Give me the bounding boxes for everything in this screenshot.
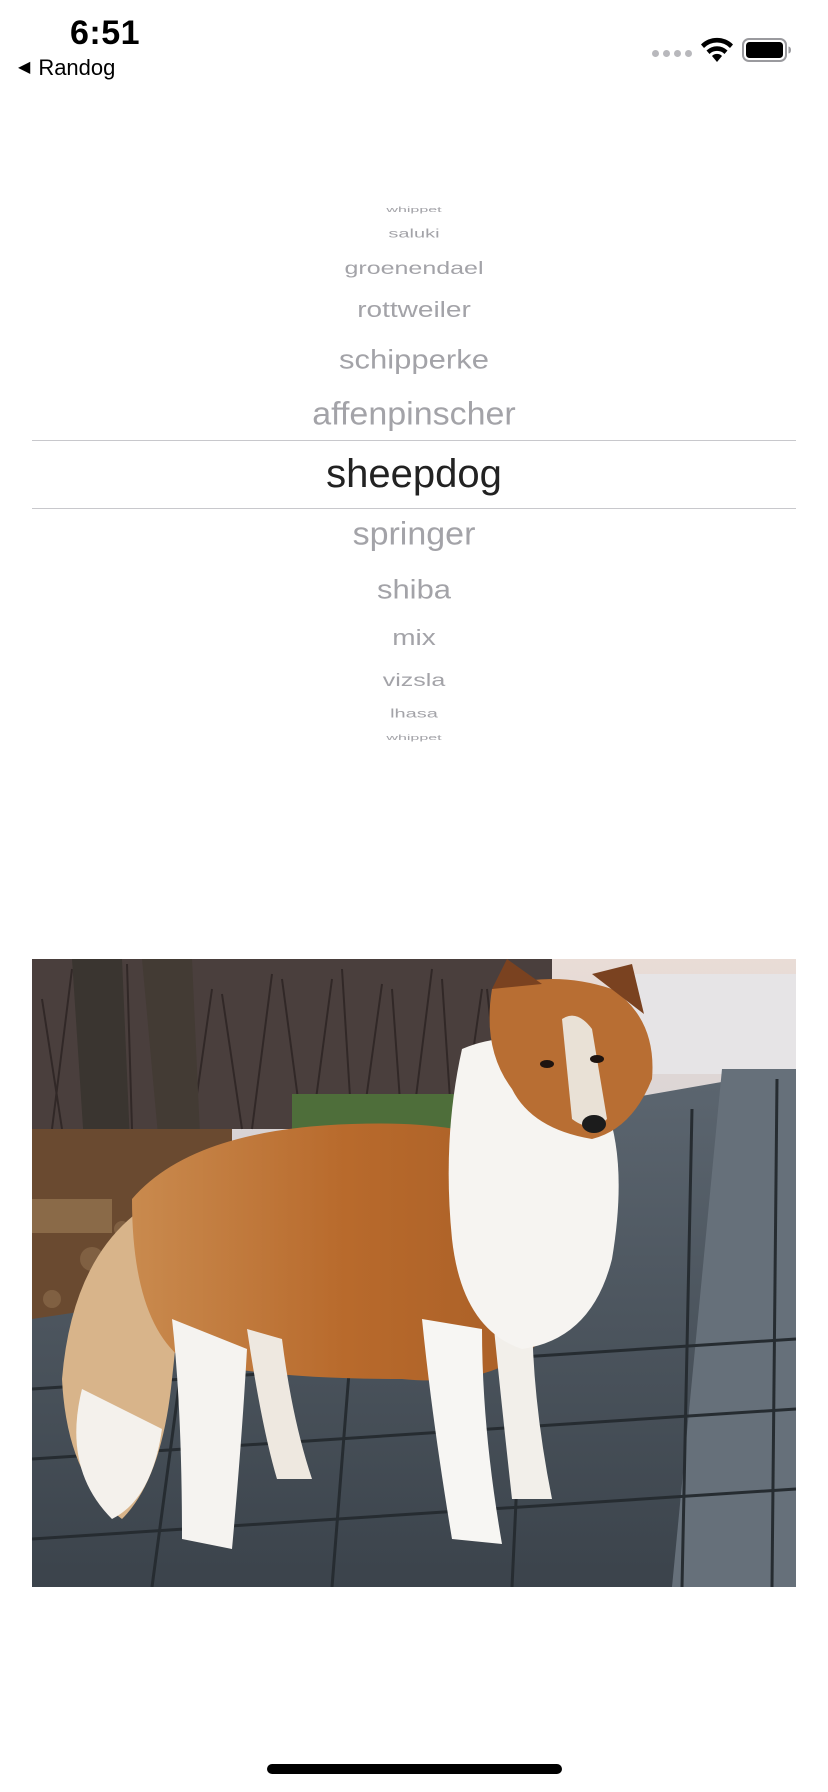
battery-icon	[742, 38, 791, 62]
picker-row[interactable]: schipperke	[32, 345, 796, 372]
dog-photo	[32, 959, 796, 1587]
home-indicator[interactable]	[267, 1764, 562, 1774]
status-time: 6:51	[70, 14, 141, 52]
cellular-dots-icon	[652, 50, 692, 57]
picker-row-selected[interactable]: sheepdog	[32, 454, 796, 494]
picker-row[interactable]: shiba	[32, 575, 796, 602]
picker-row[interactable]: whippet	[32, 734, 796, 741]
picker-row[interactable]: mix	[32, 626, 796, 649]
picker-row[interactable]: saluki	[32, 228, 796, 240]
back-triangle-icon: ◀	[18, 59, 31, 76]
picker-row[interactable]: groenendael	[32, 259, 796, 277]
breed-picker[interactable]: whippet saluki groenendael rottweiler sc…	[32, 200, 796, 748]
picker-row[interactable]: whippet	[32, 206, 796, 213]
picker-selection-top-divider	[32, 440, 796, 441]
picker-row[interactable]: springer	[32, 518, 796, 550]
picker-row[interactable]: vizsla	[32, 671, 796, 689]
back-to-app-button[interactable]: ◀ Randog	[18, 55, 115, 81]
status-bar: 6:51 ◀ Randog	[0, 0, 828, 96]
picker-selection-bottom-divider	[32, 508, 796, 509]
picker-row[interactable]: lhasa	[32, 708, 796, 720]
picker-row[interactable]: rottweiler	[32, 298, 796, 321]
wifi-icon	[701, 37, 733, 62]
picker-row[interactable]: affenpinscher	[32, 398, 796, 430]
back-app-label: Randog	[38, 55, 116, 80]
